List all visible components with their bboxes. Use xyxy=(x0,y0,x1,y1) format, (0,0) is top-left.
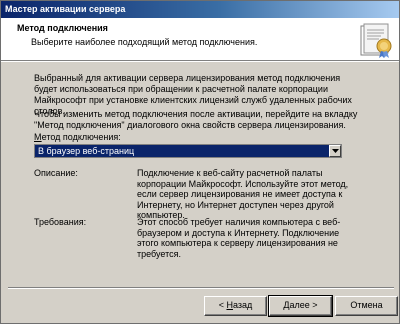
connection-method-value: В браузер веб-страниц xyxy=(38,146,135,156)
dropdown-button[interactable] xyxy=(329,145,341,157)
next-button-label: алее > xyxy=(289,300,318,310)
activation-wizard-window: Мастер активации сервера Метод подключен… xyxy=(0,0,400,324)
method-label-accel: М xyxy=(34,132,42,142)
chevron-down-icon xyxy=(332,149,339,153)
method-label: Метод подключения: xyxy=(34,132,121,142)
certificate-icon xyxy=(360,23,392,58)
header-title: Метод подключения xyxy=(17,23,108,33)
header-subtitle: Выберите наиболее подходящий метод подкл… xyxy=(31,37,258,47)
requirements-text: Этот способ требует наличия компьютера с… xyxy=(137,217,341,259)
back-button-label: азад xyxy=(232,300,253,310)
description-text: Подключение к веб-сайту расчетной палаты… xyxy=(137,168,349,220)
cancel-button[interactable]: Отмена xyxy=(335,296,398,316)
wizard-header: Метод подключения Выберите наиболее подх… xyxy=(1,18,399,61)
back-button[interactable]: < Назад xyxy=(204,296,267,316)
method-label-rest: етод подключения: xyxy=(41,132,121,142)
connection-method-select[interactable]: В браузер веб-страниц xyxy=(34,144,342,158)
intro-paragraph-2: Чтобы изменить метод подключения после а… xyxy=(34,109,358,130)
footer-separator-highlight xyxy=(8,288,394,289)
next-button[interactable]: Далее > xyxy=(268,295,333,317)
requirements-label: Требования: xyxy=(34,217,87,227)
description-label: Описание: xyxy=(34,168,78,178)
header-divider xyxy=(1,61,399,62)
title-bar: Мастер активации сервера xyxy=(1,1,399,18)
